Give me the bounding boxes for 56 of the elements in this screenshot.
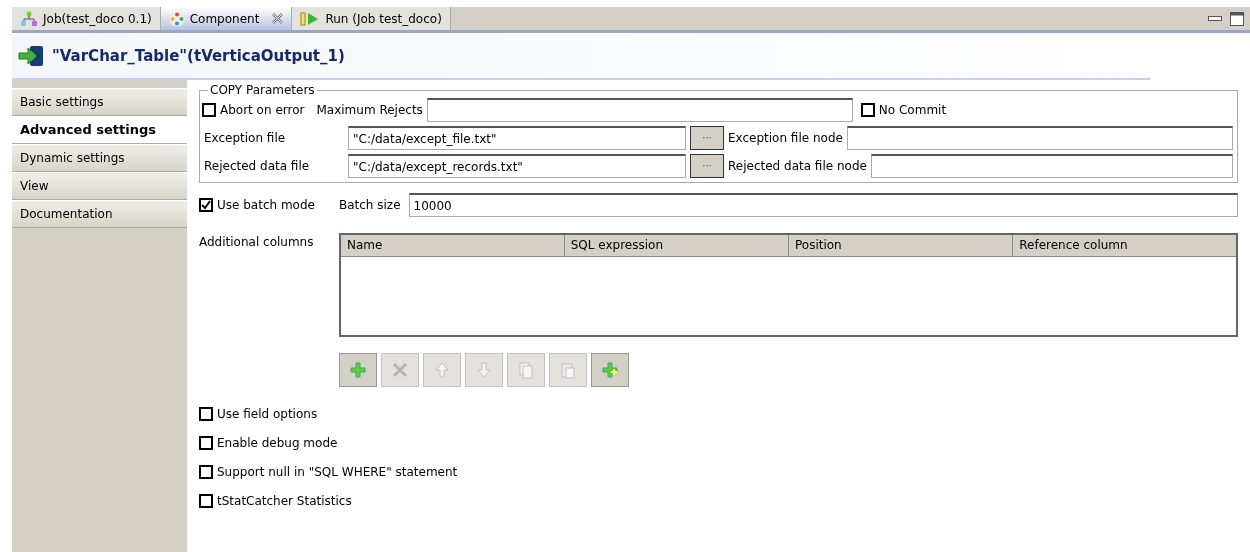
text-field[interactable]: "C:/data/except_records.txt": [348, 154, 686, 178]
field-label: Additional columns: [199, 234, 315, 251]
column-header[interactable]: SQL expression: [564, 234, 789, 256]
tree-icon: [20, 10, 38, 27]
checkbox-label: No Commit: [878, 102, 947, 119]
checkbox-label: Abort on error: [220, 102, 305, 119]
text-field[interactable]: [426, 98, 853, 122]
minimize-icon[interactable]: [1208, 15, 1222, 22]
editor-tab[interactable]: Run (Job test_doco): [292, 7, 451, 30]
checkbox-label: Use batch mode: [217, 197, 315, 214]
text-field[interactable]: "C:/data/except_file.txt": [348, 126, 686, 150]
dots-icon: [168, 10, 185, 27]
column-header[interactable]: Reference column: [1012, 234, 1237, 256]
field-label: Exception file node: [728, 130, 843, 147]
checkbox[interactable]: [199, 198, 213, 212]
field-label: Batch size: [338, 197, 401, 214]
column-header[interactable]: Position: [788, 234, 1013, 256]
arrow-icon: [18, 45, 44, 67]
checkbox-label: Enable debug mode: [217, 434, 338, 452]
browse-button[interactable]: ···: [690, 126, 724, 150]
plus-icon: [349, 361, 367, 379]
field-label: Exception file: [203, 130, 287, 147]
sidebar-item[interactable]: Dynamic settings: [12, 144, 187, 172]
field-label: Maximum Rejects: [316, 102, 423, 119]
sidebar-item[interactable]: Documentation: [12, 200, 187, 228]
clipboard-icon: [559, 361, 577, 379]
field-label: Rejected data file: [203, 158, 311, 175]
text-field[interactable]: [846, 126, 1233, 150]
checkbox[interactable]: [199, 493, 213, 508]
checkbox-label: tStatCatcher Statistics: [217, 492, 352, 510]
up-arrow-icon: [433, 361, 451, 379]
plus-icon: [601, 361, 619, 379]
checkbox[interactable]: [199, 435, 213, 450]
component-title: "VarChar_Table"(tVerticaOutput_1): [52, 45, 345, 67]
checkbox[interactable]: [860, 103, 875, 117]
group-label: COPY Parameters: [209, 84, 316, 96]
column-header[interactable]: Name: [340, 234, 565, 256]
browse-button[interactable]: ···: [690, 154, 724, 178]
maximize-icon[interactable]: [1230, 11, 1244, 26]
editor-tab[interactable]: Component: [160, 7, 293, 30]
close-icon[interactable]: [272, 13, 284, 24]
sidebar-item[interactable]: View: [12, 172, 187, 200]
editor-tab[interactable]: Job(test_doco 0.1): [12, 7, 161, 30]
pages-icon: [517, 361, 535, 379]
sidebar-item[interactable]: Basic settings: [12, 88, 187, 116]
field-label: Rejected data file node: [728, 158, 867, 175]
checkbox[interactable]: [199, 464, 213, 479]
checkbox-label: Support null in "SQL WHERE" statement: [217, 463, 458, 481]
text-field[interactable]: 10000: [408, 193, 1238, 217]
text-field[interactable]: [870, 154, 1233, 178]
checkbox[interactable]: [202, 103, 216, 117]
down-arrow-icon: [475, 361, 493, 379]
cross-icon: [391, 361, 409, 379]
checkbox-label: Use field options: [217, 405, 318, 423]
checkbox[interactable]: [199, 406, 213, 421]
sidebar-item[interactable]: Advanced settings: [12, 116, 187, 144]
